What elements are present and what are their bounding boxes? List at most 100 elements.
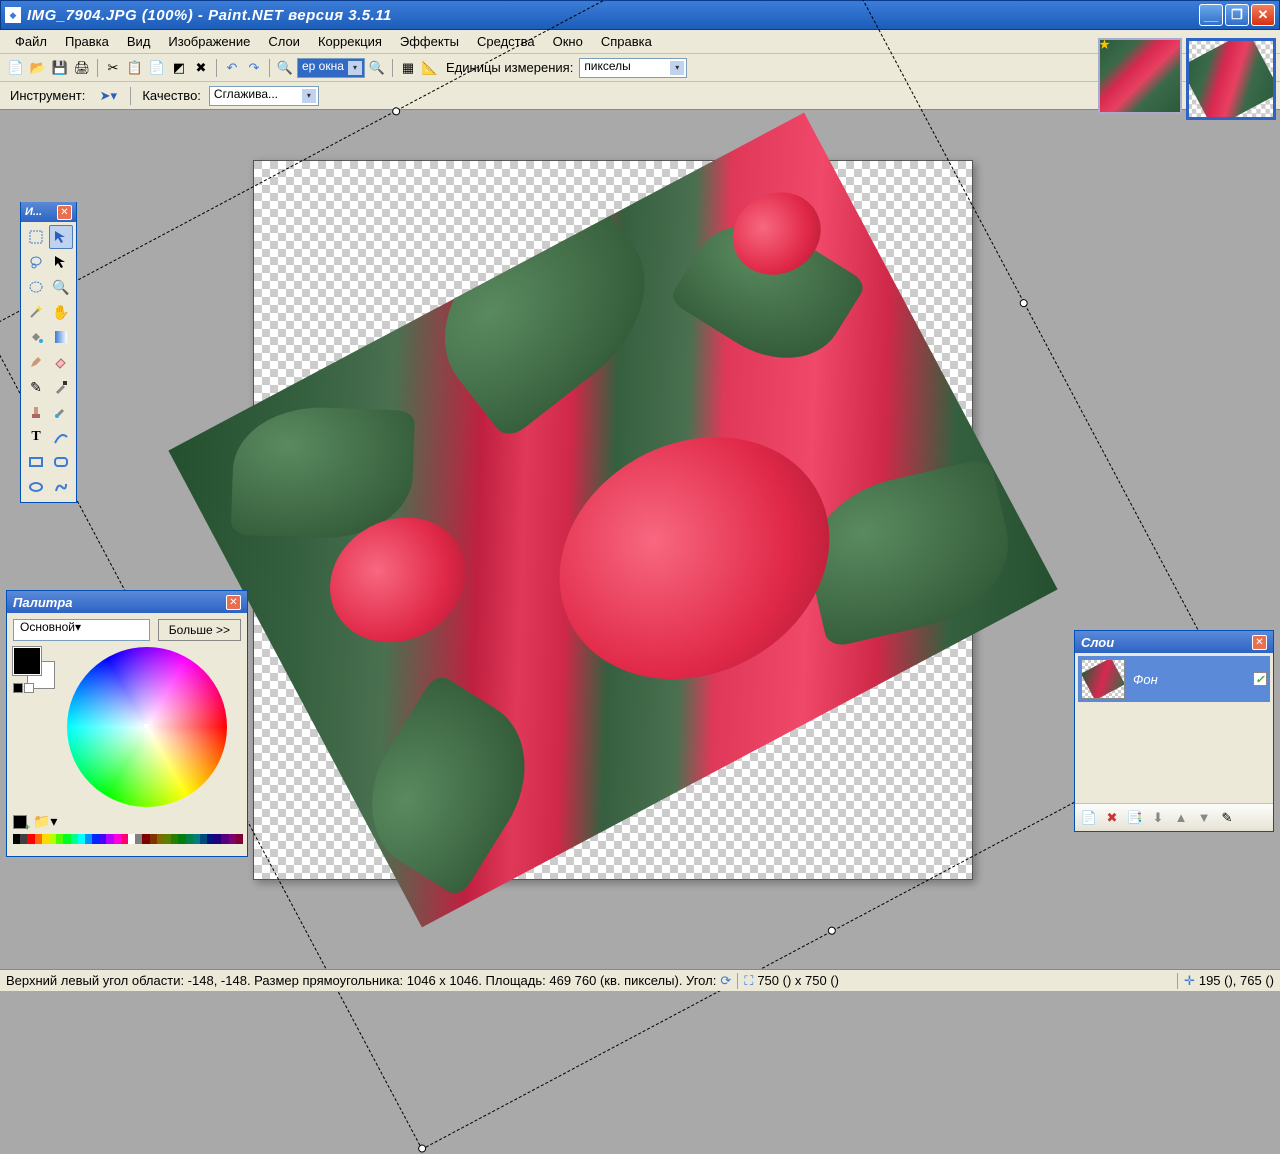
paste-button[interactable]: 📄 (147, 58, 167, 78)
menu-help[interactable]: Справка (592, 32, 661, 51)
close-button[interactable]: ✕ (1251, 4, 1275, 26)
swatch[interactable] (135, 834, 142, 844)
palette-menu-button[interactable]: 📁▾ (33, 813, 57, 830)
duplicate-layer-button[interactable]: 📑 (1125, 808, 1145, 828)
swatch[interactable] (35, 834, 42, 844)
add-color-button[interactable] (13, 815, 27, 829)
swatch[interactable] (142, 834, 149, 844)
canvas[interactable] (253, 160, 973, 880)
print-button[interactable]: 🖨 (72, 58, 92, 78)
crop-button[interactable]: ◩ (169, 58, 189, 78)
delete-layer-button[interactable]: ✖ (1102, 808, 1122, 828)
more-button[interactable]: Больше >> (158, 619, 241, 641)
mini-swatches[interactable] (13, 683, 34, 693)
swatch[interactable] (128, 834, 135, 844)
swatch[interactable] (71, 834, 78, 844)
colors-close-button[interactable]: ✕ (226, 595, 241, 610)
swatch[interactable] (178, 834, 185, 844)
move-down-button[interactable]: ▼ (1194, 808, 1214, 828)
tools-close-button[interactable]: ✕ (57, 205, 72, 220)
gradient-tool[interactable] (49, 325, 73, 349)
swatch[interactable] (193, 834, 200, 844)
swatch[interactable] (78, 834, 85, 844)
foreground-swatch[interactable] (13, 647, 41, 675)
image-list-item-active[interactable] (1186, 38, 1276, 120)
swatch[interactable] (92, 834, 99, 844)
swatch[interactable] (42, 834, 49, 844)
deselect-button[interactable]: ✖ (191, 58, 211, 78)
clone-stamp-tool[interactable] (24, 400, 48, 424)
selection-handle[interactable] (1018, 298, 1029, 309)
ellipse-tool[interactable] (24, 475, 48, 499)
swatch[interactable] (171, 834, 178, 844)
move-pixels-tool[interactable] (49, 250, 73, 274)
magic-wand-tool[interactable] (24, 300, 48, 324)
colors-panel-title[interactable]: Палитра ✕ (7, 591, 247, 613)
line-tool[interactable] (49, 425, 73, 449)
rectangle-tool[interactable] (24, 450, 48, 474)
swatch[interactable] (20, 834, 27, 844)
menu-edit[interactable]: Правка (56, 32, 118, 51)
swatch[interactable] (106, 834, 113, 844)
color-mode-combo[interactable]: Основной▾ (13, 619, 150, 641)
zoom-in-button[interactable]: 🔍 (367, 58, 387, 78)
menu-layers[interactable]: Слои (259, 32, 309, 51)
swatch[interactable] (121, 834, 128, 844)
swatch[interactable] (56, 834, 63, 844)
eraser-tool[interactable] (49, 350, 73, 374)
selection-handle[interactable] (417, 1143, 428, 1154)
menu-image[interactable]: Изображение (159, 32, 259, 51)
cut-button[interactable]: ✂ (103, 58, 123, 78)
swatch[interactable] (214, 834, 221, 844)
swatch[interactable] (27, 834, 34, 844)
copy-button[interactable]: 📋 (125, 58, 145, 78)
tools-panel-title[interactable]: И... ✕ (21, 202, 76, 222)
units-combo[interactable]: пикселы▾ (579, 58, 687, 78)
brush-tool[interactable] (24, 350, 48, 374)
zoom-combo[interactable]: ер окна▾ (297, 58, 365, 78)
swatch[interactable] (221, 834, 228, 844)
menu-view[interactable]: Вид (118, 32, 160, 51)
swatch[interactable] (13, 834, 20, 844)
pan-tool[interactable]: ✋ (49, 300, 73, 324)
zoom-tool[interactable]: 🔍 (49, 275, 73, 299)
quality-combo[interactable]: Сглажива...▾ (209, 86, 319, 106)
add-layer-button[interactable]: 📄 (1079, 808, 1099, 828)
selection-handle[interactable] (826, 925, 837, 936)
menu-adjustments[interactable]: Коррекция (309, 32, 391, 51)
workspace[interactable]: И... ✕ 🔍 ✋ ✎ T (0, 130, 1280, 961)
swatch[interactable] (99, 834, 106, 844)
layers-close-button[interactable]: ✕ (1252, 635, 1267, 650)
layer-visibility-checkbox[interactable]: ✓ (1253, 672, 1267, 686)
paint-bucket-tool[interactable] (24, 325, 48, 349)
swatch[interactable] (200, 834, 207, 844)
freeform-tool[interactable] (49, 475, 73, 499)
save-button[interactable]: 💾 (50, 58, 70, 78)
open-button[interactable]: 📂 (28, 58, 48, 78)
swatch[interactable] (63, 834, 70, 844)
move-up-button[interactable]: ▲ (1171, 808, 1191, 828)
image-list-item[interactable] (1098, 38, 1182, 114)
swatch[interactable] (114, 834, 121, 844)
menu-effects[interactable]: Эффекты (391, 32, 468, 51)
layers-panel-title[interactable]: Слои ✕ (1075, 631, 1273, 653)
swatch-grid[interactable] (13, 834, 243, 850)
ruler-button[interactable]: 📐 (420, 58, 440, 78)
swatch[interactable] (186, 834, 193, 844)
new-button[interactable]: 📄 (6, 58, 26, 78)
current-tool-button[interactable]: ➤▾ (93, 86, 123, 106)
undo-button[interactable]: ↶ (222, 58, 242, 78)
menu-tools[interactable]: Средства (468, 32, 544, 51)
wheel-cursor[interactable] (143, 723, 149, 729)
lasso-tool[interactable] (24, 250, 48, 274)
text-tool[interactable]: T (24, 425, 48, 449)
menu-window[interactable]: Окно (544, 32, 592, 51)
zoom-out-button[interactable]: 🔍 (275, 58, 295, 78)
redo-button[interactable]: ↷ (244, 58, 264, 78)
layer-row[interactable]: Фон ✓ (1078, 656, 1270, 702)
color-wheel[interactable] (67, 647, 227, 807)
swatch[interactable] (229, 834, 236, 844)
rect-select-tool[interactable] (24, 225, 48, 249)
swatch[interactable] (49, 834, 56, 844)
menu-file[interactable]: Файл (6, 32, 56, 51)
